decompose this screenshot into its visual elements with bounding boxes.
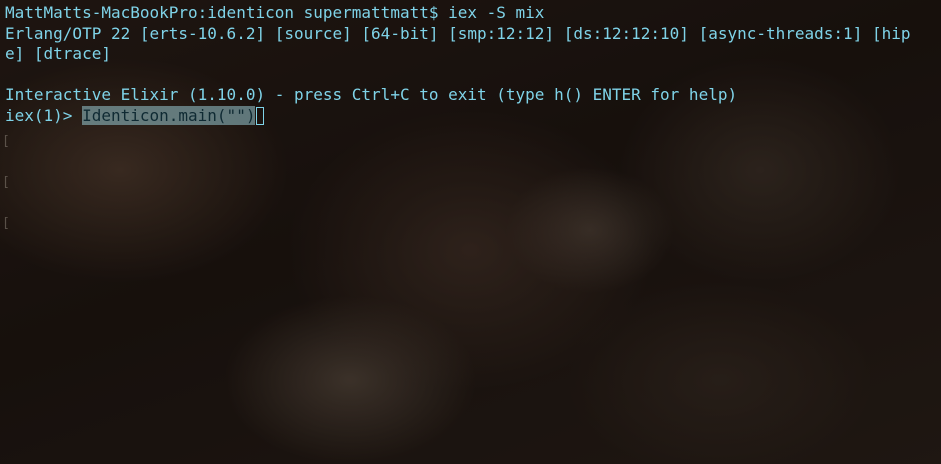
iex-input-line[interactable]: iex(1)> Identicon.main("")	[5, 105, 941, 127]
iex-prompt: iex(1)>	[5, 105, 83, 125]
erlang-version-line-wrap: e] [dtrace]	[5, 44, 111, 63]
scroll-mark-1: [	[2, 134, 10, 149]
text-cursor	[256, 106, 265, 125]
terminal-output[interactable]: MattMatts-MacBookPro:identicon supermatt…	[5, 3, 941, 126]
shell-prompt-line: MattMatts-MacBookPro:identicon supermatt…	[5, 3, 545, 22]
erlang-version-line: Erlang/OTP 22 [erts-10.6.2] [source] [64…	[5, 23, 911, 43]
scroll-mark-2: [	[2, 175, 10, 190]
scroll-mark-3: [	[2, 216, 10, 231]
elixir-banner-line: Interactive Elixir (1.10.0) - press Ctrl…	[5, 85, 738, 104]
terminal-window[interactable]: MattMatts-MacBookPro:identicon supermatt…	[0, 0, 941, 464]
iex-command-selected[interactable]: Identicon.main("")	[82, 105, 256, 125]
